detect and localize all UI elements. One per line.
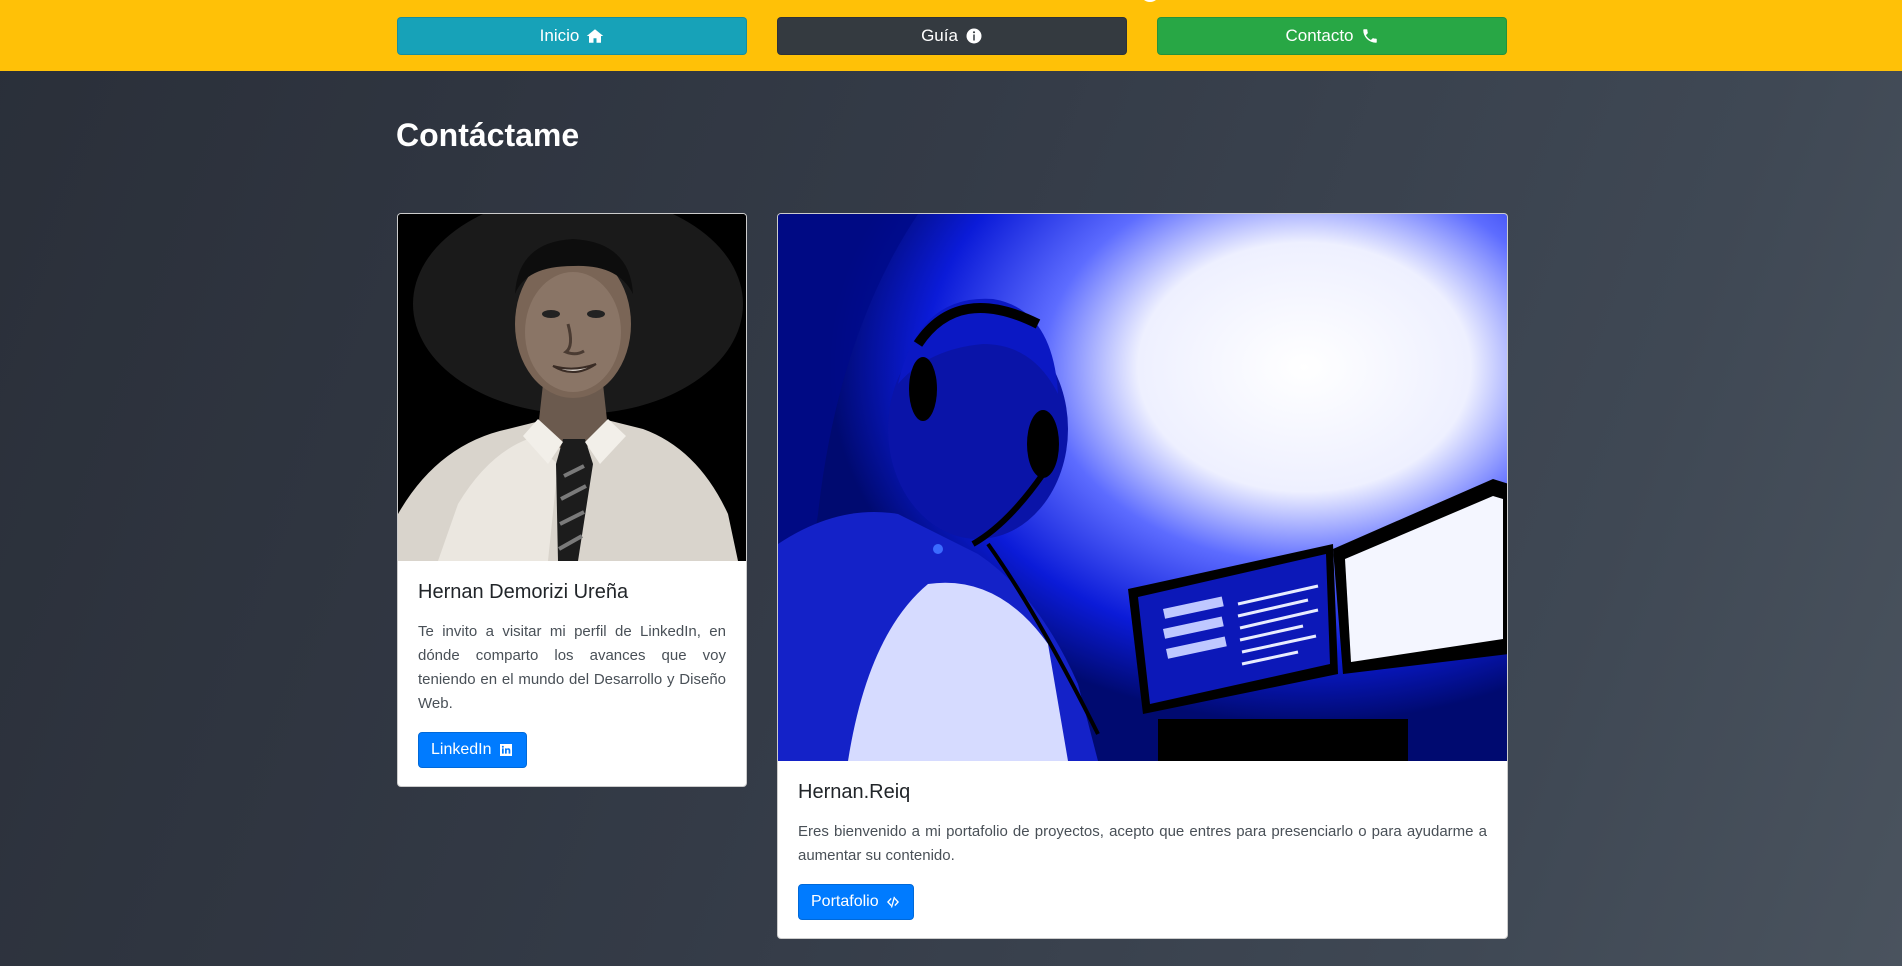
card-text: Eres bienvenido a mi portafolio de proye… (798, 823, 1487, 864)
card-text: Te invito a visitar mi perfil de LinkedI… (418, 623, 726, 712)
nav-inicio-label: Inicio (539, 26, 580, 45)
linkedin-button-label: LinkedIn (431, 741, 492, 758)
top-navbar: Inicio Guía Contacto (0, 0, 1902, 71)
nav-guia-label: Guía (921, 26, 958, 45)
developer-illustration (778, 214, 1507, 761)
linkedin-card: Hernan Demorizi Ureña Te invito a visita… (397, 213, 747, 787)
developer-desk-photo (778, 214, 1507, 761)
portfolio-button[interactable]: Portafolio (798, 884, 914, 920)
card-title: Hernan Demorizi Ureña (418, 581, 629, 603)
nav-guia-button[interactable]: Guía (777, 17, 1127, 55)
header-title-fragment (1140, 0, 1160, 2)
linkedin-button[interactable]: LinkedIn (418, 732, 527, 768)
code-icon (886, 896, 899, 908)
portrait-photo (398, 214, 746, 561)
page-title: Contáctame (396, 117, 580, 153)
portfolio-card-body: Hernan.Reiq Eres bienvenido a mi portafo… (778, 761, 1507, 938)
phone-icon (1362, 29, 1377, 43)
home-icon (587, 29, 604, 43)
linkedin-icon (499, 744, 512, 756)
nav-inicio-button[interactable]: Inicio (397, 17, 747, 55)
card-title: Hernan.Reiq (798, 781, 911, 803)
portfolio-button-label: Portafolio (811, 893, 879, 910)
portrait-illustration (398, 214, 746, 561)
portfolio-card: Hernan.Reiq Eres bienvenido a mi portafo… (777, 213, 1508, 939)
info-circle-icon (966, 28, 982, 44)
nav-contacto-button[interactable]: Contacto (1157, 17, 1507, 55)
linkedin-card-body: Hernan Demorizi Ureña Te invito a visita… (398, 561, 746, 786)
nav-contacto-label: Contacto (1285, 26, 1354, 45)
